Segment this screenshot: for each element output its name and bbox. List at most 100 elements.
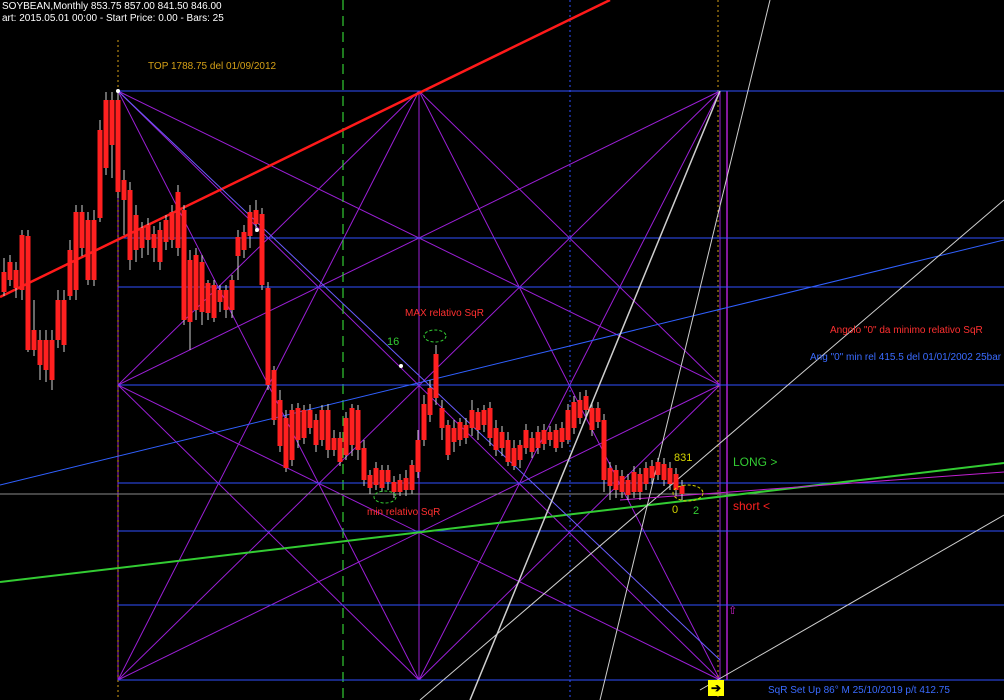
min-relativo-label: min relativo SqR	[367, 507, 440, 518]
candle-body	[463, 425, 469, 438]
candle-body	[523, 430, 529, 448]
candle-body	[391, 482, 397, 492]
square-of-nine-grid	[0, 0, 1004, 700]
candle-body	[433, 354, 439, 398]
scroll-to-end-button[interactable]: ➔	[708, 680, 724, 696]
max-relativo-label: MAX relativo SqR	[405, 308, 484, 319]
fan-anchor-point	[399, 364, 403, 368]
angolo-label: Angolo "0" da minimo relativo SqR	[830, 325, 983, 336]
candle-body	[247, 212, 253, 236]
candle-body	[583, 396, 589, 410]
candle-body	[571, 402, 577, 428]
candle-body	[541, 430, 547, 444]
candle-body	[199, 262, 205, 312]
candle-body	[457, 422, 463, 440]
candle-body	[343, 418, 349, 455]
candle-body	[613, 470, 619, 490]
candle-body	[7, 262, 13, 280]
candle-body	[187, 260, 193, 322]
candle-body	[55, 300, 61, 340]
candle-body	[529, 438, 535, 452]
candle-body	[289, 410, 295, 460]
fan-white-line	[699, 514, 1004, 691]
candle-body	[319, 410, 325, 440]
top-label: TOP 1788.75 del 01/09/2012	[148, 61, 277, 72]
candle-body	[637, 474, 643, 492]
candle-body	[157, 230, 163, 262]
candle-body	[589, 408, 595, 430]
candle-body	[361, 448, 367, 480]
candle-body	[139, 228, 145, 248]
candle-body	[241, 232, 247, 250]
candle-body	[385, 470, 391, 482]
candle-body	[43, 340, 49, 370]
candle-body	[517, 445, 523, 460]
candle-body	[595, 408, 601, 422]
candle-body	[655, 462, 661, 475]
candle-body	[487, 408, 493, 438]
candle-body	[451, 428, 457, 442]
top-anchor-point	[116, 89, 120, 93]
count-2-label: 2	[693, 505, 699, 517]
candle-body	[205, 283, 211, 313]
candle-body	[301, 410, 307, 438]
price-chart: ⇧ TOP 1788.75 del 01/09/2012 MAX relativ…	[0, 0, 1004, 700]
candle-body	[295, 408, 301, 440]
candle-body	[421, 404, 427, 440]
setup-label: SqR Set Up 86° M 25/10/2019 p/t 412.75	[768, 685, 950, 696]
candle-body	[151, 234, 157, 248]
candle-body	[619, 476, 625, 492]
candle-body	[25, 236, 31, 350]
chart-header-start: art: 2015.05.01 00:00 - Start Price: 0.0…	[2, 13, 224, 24]
candle-body	[277, 400, 283, 446]
candle-body	[67, 250, 73, 296]
candle-body	[115, 100, 121, 192]
candle-body	[91, 220, 97, 280]
candle-body	[577, 400, 583, 418]
candle-body	[337, 438, 343, 462]
candle-body	[475, 412, 481, 430]
candle-body	[481, 410, 487, 425]
candle-body	[271, 370, 277, 420]
ang-min-label: Ang "0" min rel 415.5 del 01/01/2002 25b…	[810, 352, 1002, 363]
min-relative-marker	[373, 490, 397, 504]
fan-anchor-point	[255, 228, 259, 232]
candle-body	[37, 340, 43, 365]
candle-body	[607, 468, 613, 486]
candle-body	[649, 466, 655, 478]
candle-body	[103, 100, 109, 168]
candle-body	[445, 425, 451, 455]
fan-white-line	[469, 90, 721, 700]
candle-body	[625, 480, 631, 495]
candle-body	[121, 180, 127, 200]
candle-body	[163, 220, 169, 242]
candle-body	[493, 428, 499, 450]
candle-body	[19, 235, 25, 290]
candle-body	[109, 100, 115, 145]
candle-body	[211, 285, 217, 318]
candle-body	[427, 388, 433, 415]
candle-body	[535, 432, 541, 448]
candle-body	[547, 432, 553, 440]
candle-body	[31, 330, 37, 350]
fan-white-line	[599, 0, 771, 700]
candle-body	[439, 408, 445, 428]
chart-markers: ⇧	[116, 89, 737, 617]
candle-body	[403, 478, 409, 490]
candle-body	[145, 225, 151, 240]
candle-body	[349, 408, 355, 445]
candle-body	[235, 237, 241, 256]
candle-body	[175, 192, 181, 248]
candle-body	[229, 280, 235, 310]
candle-body	[253, 210, 259, 224]
candle-body	[73, 212, 79, 290]
candle-body	[61, 300, 67, 345]
candle-body	[601, 420, 607, 480]
candle-body	[181, 210, 187, 320]
candle-body	[97, 130, 103, 218]
candle-body	[223, 290, 229, 310]
candle-body	[355, 410, 361, 450]
candle-body	[679, 486, 685, 494]
candle-body	[169, 212, 175, 240]
trend-lines	[0, 0, 1004, 700]
